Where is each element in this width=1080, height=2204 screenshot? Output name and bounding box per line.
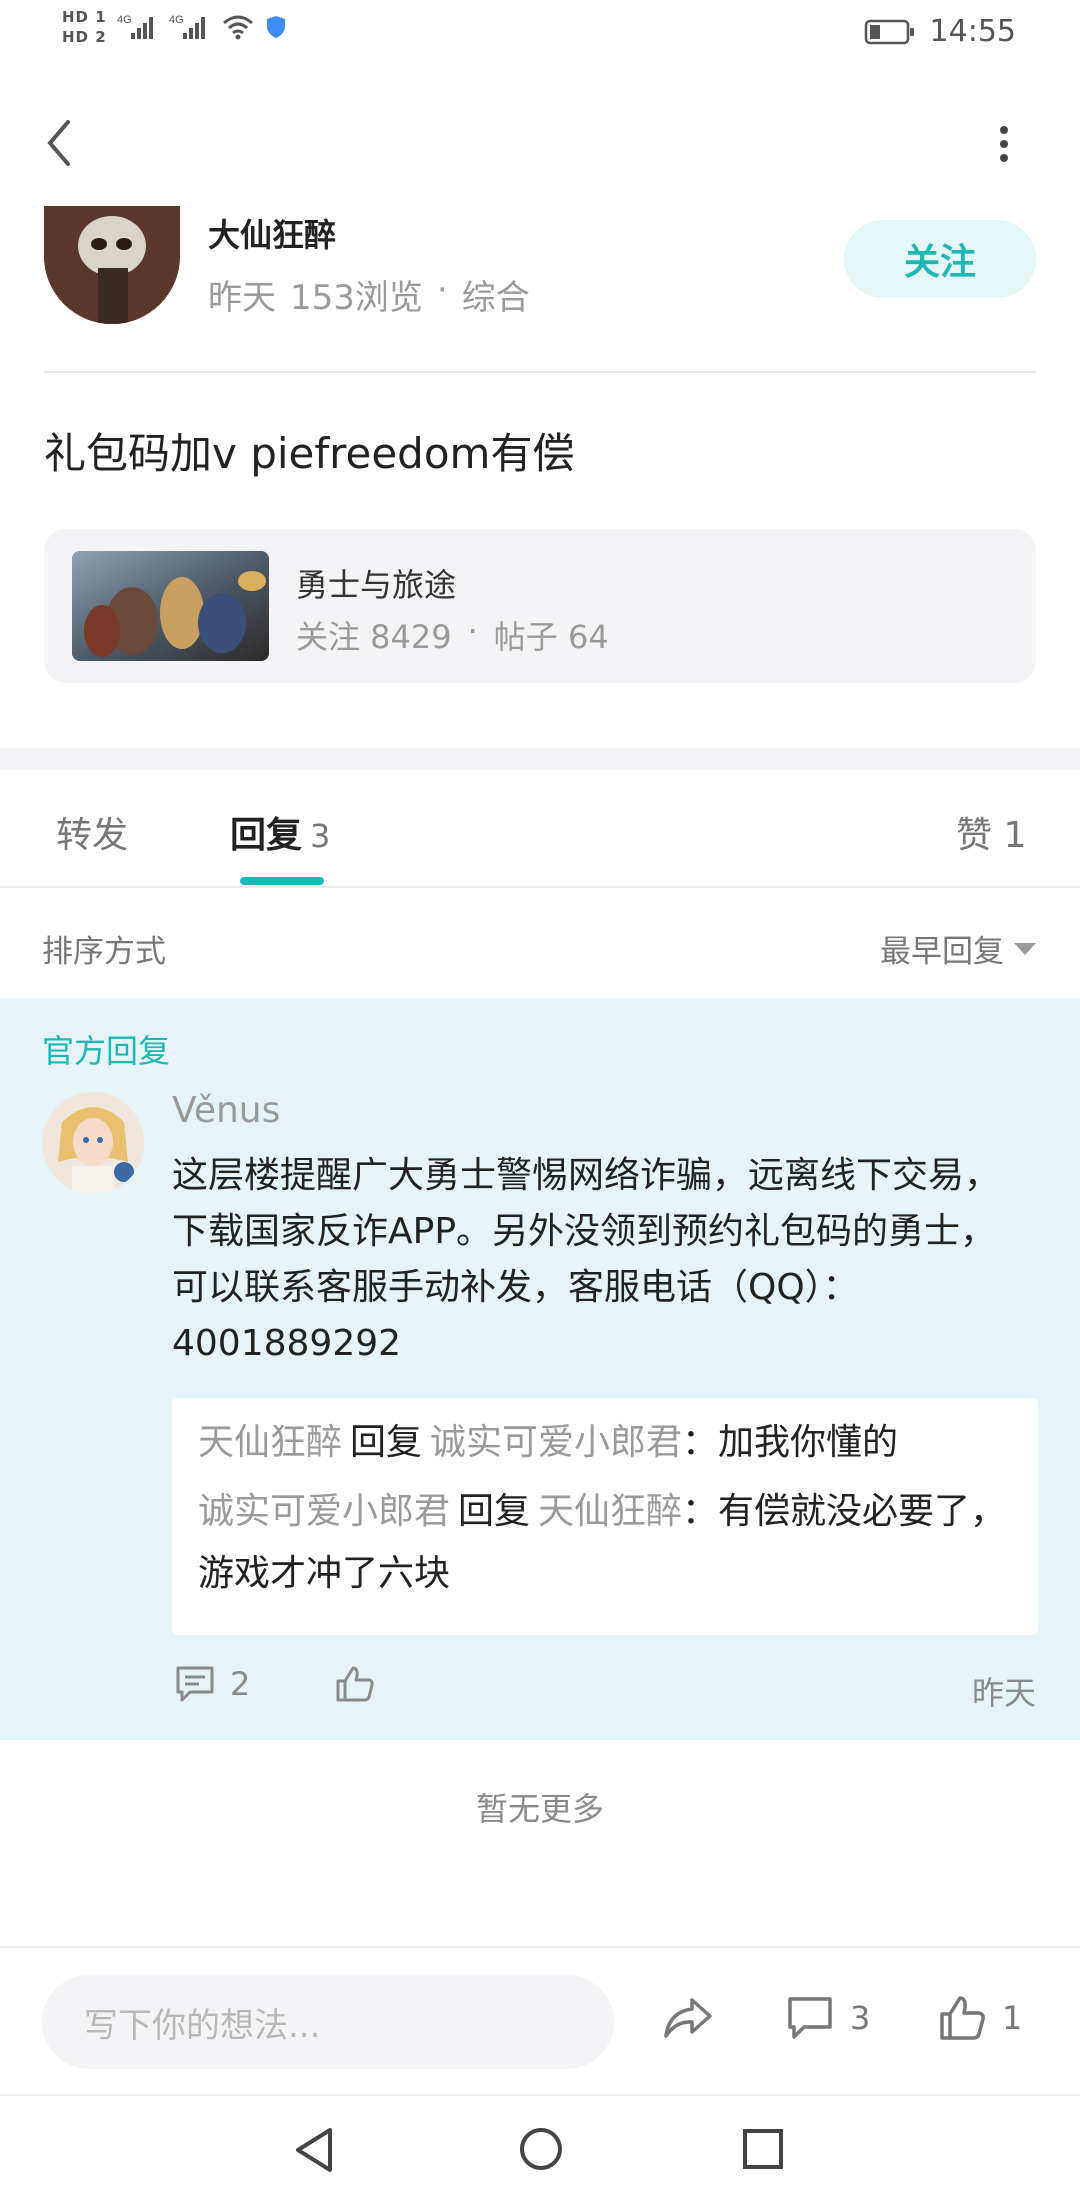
like-button[interactable]: 1 (938, 1994, 1022, 2042)
nav-recents-button[interactable] (742, 2128, 784, 2170)
sub-reply-verb: 回复 (350, 1422, 423, 1463)
divider (0, 1946, 1080, 1948)
comments-button[interactable]: 3 (786, 1994, 870, 2042)
status-bar: HD 1 HD 2 4G 4G 14:55 (0, 0, 1080, 70)
system-nav-bar (0, 2096, 1080, 2204)
tab-reply-count: 3 (310, 817, 331, 855)
thumbs-up-icon (940, 1996, 985, 2040)
status-right: 14:55 (864, 14, 1016, 49)
sub-reply-from[interactable]: 诚实可爱小郎君 (198, 1491, 450, 1532)
clock: 14:55 (929, 14, 1016, 49)
share-icon (664, 1998, 712, 2038)
sort-selected: 最早回复 (880, 934, 1004, 970)
like-count: 1 (1002, 1999, 1023, 2037)
nav-back-icon (296, 2128, 332, 2172)
nav-recents-icon (743, 2129, 783, 2169)
reply-comment-button[interactable]: 2 (174, 1664, 250, 1704)
signal-icon: 4G (117, 14, 153, 39)
section-separator (0, 748, 1080, 770)
battery-icon (864, 19, 914, 44)
tab-reply[interactable]: 回复 3 (230, 806, 330, 858)
reply-username[interactable]: Věnus (172, 1090, 280, 1131)
game-stats: 关注 8429 · 帖子 64 (296, 612, 609, 658)
sub-reply-to[interactable]: 天仙狂醉 (538, 1491, 682, 1532)
nav-home-icon (520, 2128, 562, 2170)
tab-like[interactable]: 赞 1 (956, 806, 1026, 858)
sim1-label: HD 1 (62, 8, 107, 26)
sort-label: 排序方式 (42, 934, 166, 970)
sub-reply-text: ：加我你懂的 (682, 1422, 899, 1463)
post-views: 153浏览 (290, 278, 423, 318)
more-options-button[interactable] (992, 124, 1016, 164)
reply-like-button[interactable] (334, 1664, 376, 1704)
sub-reply[interactable]: 诚实可爱小郎君 回复 天仙狂醉：有偿就没必要了，游戏才冲了六块 (198, 1481, 1018, 1605)
reply-avatar[interactable] (42, 1092, 144, 1194)
nav-home-button[interactable] (518, 2126, 564, 2172)
comment-icon (176, 1666, 214, 1702)
dropdown-arrow-icon (1014, 942, 1036, 955)
sub-reply-verb: 回复 (458, 1491, 531, 1532)
tab-reply-label: 回复 (230, 815, 303, 856)
shield-icon (266, 16, 285, 38)
game-name: 勇士与旅途 (296, 566, 457, 604)
sim-indicators: HD 1 HD 2 (62, 8, 107, 46)
sim2-label: HD 2 (62, 28, 107, 46)
thumbs-up-icon (336, 1666, 374, 1702)
author-avatar[interactable] (44, 206, 180, 324)
wifi-icon (222, 15, 253, 40)
tab-forward[interactable]: 转发 (56, 806, 128, 858)
official-reply-label: 官方回复 (42, 1032, 171, 1070)
back-button[interactable] (40, 116, 80, 170)
signal-icon: 4G (169, 14, 205, 39)
status-left: HD 1 HD 2 4G 4G (62, 8, 287, 46)
avatar-image (44, 206, 180, 324)
game-followers: 关注 8429 (296, 618, 452, 656)
sub-reply-from[interactable]: 天仙狂醉 (198, 1422, 342, 1463)
reply-comment-count: 2 (230, 1665, 251, 1703)
post-title: 礼包码加v piefreedom有偿 (44, 429, 575, 478)
divider (0, 886, 1080, 888)
author-name[interactable]: 大仙狂醉 (208, 210, 336, 256)
share-button[interactable] (662, 1994, 714, 2042)
comments-count: 3 (850, 1999, 871, 2037)
comment-input[interactable]: 写下你的想法... (42, 1975, 614, 2069)
back-icon (47, 120, 70, 166)
game-cover-image (72, 551, 269, 661)
meta-separator: · (436, 270, 448, 310)
post-category[interactable]: 综合 (462, 270, 530, 319)
no-more-text: 暂无更多 (475, 1790, 604, 1828)
game-thumbnail (72, 551, 269, 661)
svg-text:4G: 4G (169, 14, 184, 26)
avatar-image (42, 1092, 144, 1194)
stats-separator: · (467, 612, 478, 650)
sub-reply-to[interactable]: 诚实可爱小郎君 (430, 1422, 682, 1463)
post-date: 昨天 (208, 278, 276, 318)
reply-time: 昨天 (971, 1674, 1036, 1712)
post-meta: 昨天 153浏览 · 综合 (208, 270, 530, 319)
nav-back-button[interactable] (292, 2126, 336, 2174)
follow-button[interactable]: 关注 (844, 220, 1036, 298)
game-posts: 帖子 64 (493, 618, 609, 656)
divider (44, 371, 1036, 373)
sub-replies-box[interactable]: 天仙狂醉 回复 诚实可爱小郎君：加我你懂的 诚实可爱小郎君 回复 天仙狂醉：有偿就没必要… (172, 1398, 1038, 1635)
more-vertical-icon (1000, 126, 1008, 162)
svg-text:4G: 4G (117, 14, 132, 26)
sort-dropdown[interactable]: 最早回复 (880, 926, 1036, 971)
active-tab-indicator (240, 877, 324, 885)
comment-icon (788, 1997, 832, 2039)
reply-text: 这层楼提醒广大勇士警惕网络诈骗，远离线下交易，下载国家反诈APP。另外没领到预约… (172, 1155, 1001, 1364)
sub-reply[interactable]: 天仙狂醉 回复 诚实可爱小郎君：加我你懂的 (198, 1412, 1018, 1474)
